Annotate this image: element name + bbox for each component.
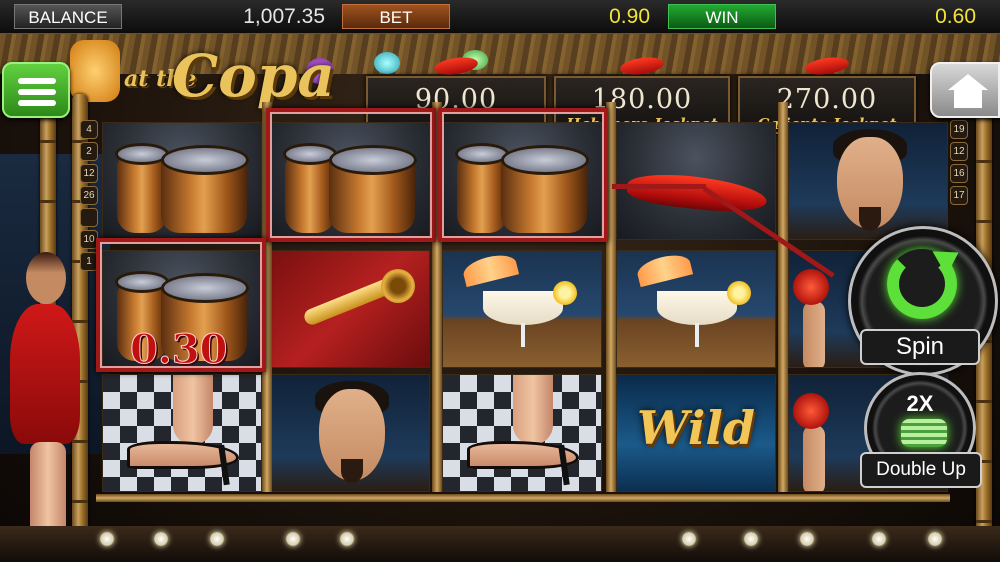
symbol-trumpet xyxy=(270,250,430,368)
maraca xyxy=(793,269,829,305)
stage-light xyxy=(744,532,758,546)
stage-light xyxy=(100,532,114,546)
double-up-label[interactable]: Double Up xyxy=(860,452,982,488)
symbol-shoe xyxy=(102,374,262,492)
man-beard xyxy=(859,207,881,231)
hamburger-icon xyxy=(18,89,56,95)
coins-icon xyxy=(901,419,947,447)
maraca xyxy=(793,393,829,429)
payline-number[interactable]: 12 xyxy=(950,142,968,161)
double-up-multiplier: 2X xyxy=(906,391,934,416)
home-icon xyxy=(948,74,988,90)
stage-light xyxy=(800,532,814,546)
paylines-right: 19 12 16 17 xyxy=(950,120,968,208)
dancer-head xyxy=(26,252,66,304)
lemon-slice xyxy=(727,281,751,305)
stage-light xyxy=(872,532,886,546)
man-beard xyxy=(341,459,363,483)
bet-label[interactable]: BET xyxy=(342,4,450,29)
stage-light xyxy=(154,532,168,546)
symbol-congas xyxy=(102,122,262,240)
spin-button-label[interactable]: Spin xyxy=(860,329,980,365)
top-status-bar: BALANCE 1,007.35 BET 0.90 WIN 0.60 xyxy=(0,0,1000,34)
logo-main-text: Copa xyxy=(172,42,335,110)
symbol-man xyxy=(788,122,948,240)
win-value: 0.60 xyxy=(935,5,976,28)
payline-number[interactable]: 17 xyxy=(950,186,968,205)
dancer-dress xyxy=(10,304,80,444)
arm xyxy=(803,301,825,367)
trumpet-bell xyxy=(381,269,415,303)
home-button[interactable] xyxy=(930,62,1000,118)
winning-symbol-frame xyxy=(438,108,608,242)
hamburger-icon xyxy=(18,100,56,106)
home-icon xyxy=(954,90,982,108)
line-win-amount: 0.30 xyxy=(129,326,228,374)
glass-stem xyxy=(521,323,525,347)
symbol-wild: Wild xyxy=(616,374,776,492)
arm xyxy=(803,425,825,491)
balance-label: BALANCE xyxy=(14,4,122,29)
leg xyxy=(173,375,213,445)
lemon-slice xyxy=(553,281,577,305)
stage-light xyxy=(928,532,942,546)
stage-light xyxy=(286,532,300,546)
winning-payline xyxy=(612,184,706,189)
wild-label: Wild xyxy=(637,401,755,455)
cocktail-glass xyxy=(483,291,563,325)
lantern-cyan xyxy=(374,52,400,74)
payline-number[interactable]: 19 xyxy=(950,120,968,139)
leg xyxy=(513,375,553,445)
conga-drum xyxy=(117,155,167,233)
balance-value: 1,007.35 xyxy=(243,5,325,28)
symbol-man xyxy=(270,374,430,492)
hamburger-icon xyxy=(18,78,56,84)
bamboo-divider xyxy=(96,494,950,502)
cocktail-glass xyxy=(657,291,737,325)
symbol-shoe xyxy=(442,374,602,492)
symbol-cocktail xyxy=(616,250,776,368)
symbol-cocktail xyxy=(442,250,602,368)
menu-button[interactable] xyxy=(2,62,70,118)
stage-floor xyxy=(0,526,1000,562)
bamboo-divider xyxy=(778,102,788,492)
win-label: WIN xyxy=(668,4,776,29)
stage-light xyxy=(210,532,224,546)
stage-light xyxy=(682,532,696,546)
chili-pepper xyxy=(625,169,769,217)
payline-number[interactable]: 16 xyxy=(950,164,968,183)
stage-light xyxy=(340,532,354,546)
umbrella xyxy=(634,251,694,288)
umbrella xyxy=(460,251,520,288)
reel-grid: Wild xyxy=(96,102,950,502)
bet-value: 0.90 xyxy=(609,5,650,28)
winning-symbol-frame xyxy=(266,108,436,242)
conga-head xyxy=(161,145,249,175)
glass-stem xyxy=(695,323,699,347)
